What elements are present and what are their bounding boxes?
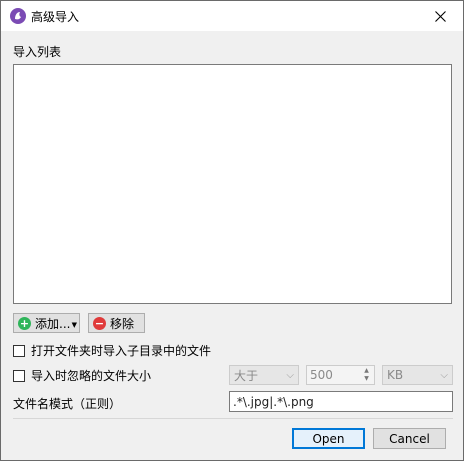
open-button-label: Open [312, 431, 345, 446]
chevron-down-icon: ⌵ [440, 370, 448, 381]
add-button-label: 添加... [35, 316, 71, 331]
ignore-size-option[interactable]: 导入时忽略的文件大小 [13, 367, 151, 384]
chevron-down-icon: ⌵ [286, 370, 294, 381]
open-button[interactable]: Open [292, 428, 365, 449]
size-unit-select[interactable]: KB ⌵ [382, 365, 453, 385]
cancel-button-label: Cancel [389, 431, 430, 446]
window-title: 高级导入 [31, 10, 80, 24]
remove-button[interactable]: − 移除 [88, 313, 145, 333]
size-unit-value: KB [387, 368, 404, 382]
add-button[interactable]: + 添加... ▼ [13, 313, 80, 333]
close-icon [434, 10, 446, 22]
dropdown-caret-icon: ▼ [71, 321, 77, 329]
app-logo-icon [10, 8, 26, 24]
size-value: 500 [310, 368, 333, 382]
ignore-size-label: 导入时忽略的文件大小 [31, 369, 152, 383]
advanced-import-dialog: 高级导入 导入列表 + 添加... ▼ − 移除 打开文件夹时导入子目录中的文件… [0, 0, 464, 461]
close-button[interactable] [417, 1, 463, 31]
size-compare-select[interactable]: 大于 ⌵ [229, 365, 299, 385]
remove-button-label: 移除 [110, 316, 135, 331]
filename-pattern-label: 文件名模式（正则） [13, 397, 122, 411]
include-subdirs-label: 打开文件夹时导入子目录中的文件 [31, 344, 212, 358]
ignore-size-checkbox[interactable] [13, 369, 25, 382]
include-subdirs-option[interactable]: 打开文件夹时导入子目录中的文件 [13, 342, 211, 359]
cancel-button[interactable]: Cancel [373, 428, 446, 449]
minus-circle-icon: − [93, 316, 106, 330]
import-list[interactable] [13, 64, 452, 304]
import-list-label: 导入列表 [13, 45, 62, 59]
include-subdirs-checkbox[interactable] [13, 344, 25, 357]
size-value-spinbox[interactable]: 500 ▲ ▼ [306, 365, 375, 385]
filename-pattern-value: .*\.jpg|.*\.png [233, 394, 314, 409]
title-bar: 高级导入 [1, 1, 463, 31]
spin-arrows-icon[interactable]: ▲ ▼ [361, 367, 372, 383]
filename-pattern-input[interactable]: .*\.jpg|.*\.png [229, 391, 453, 412]
size-compare-value: 大于 [234, 368, 259, 383]
divider [13, 418, 453, 419]
plus-circle-icon: + [18, 316, 31, 330]
